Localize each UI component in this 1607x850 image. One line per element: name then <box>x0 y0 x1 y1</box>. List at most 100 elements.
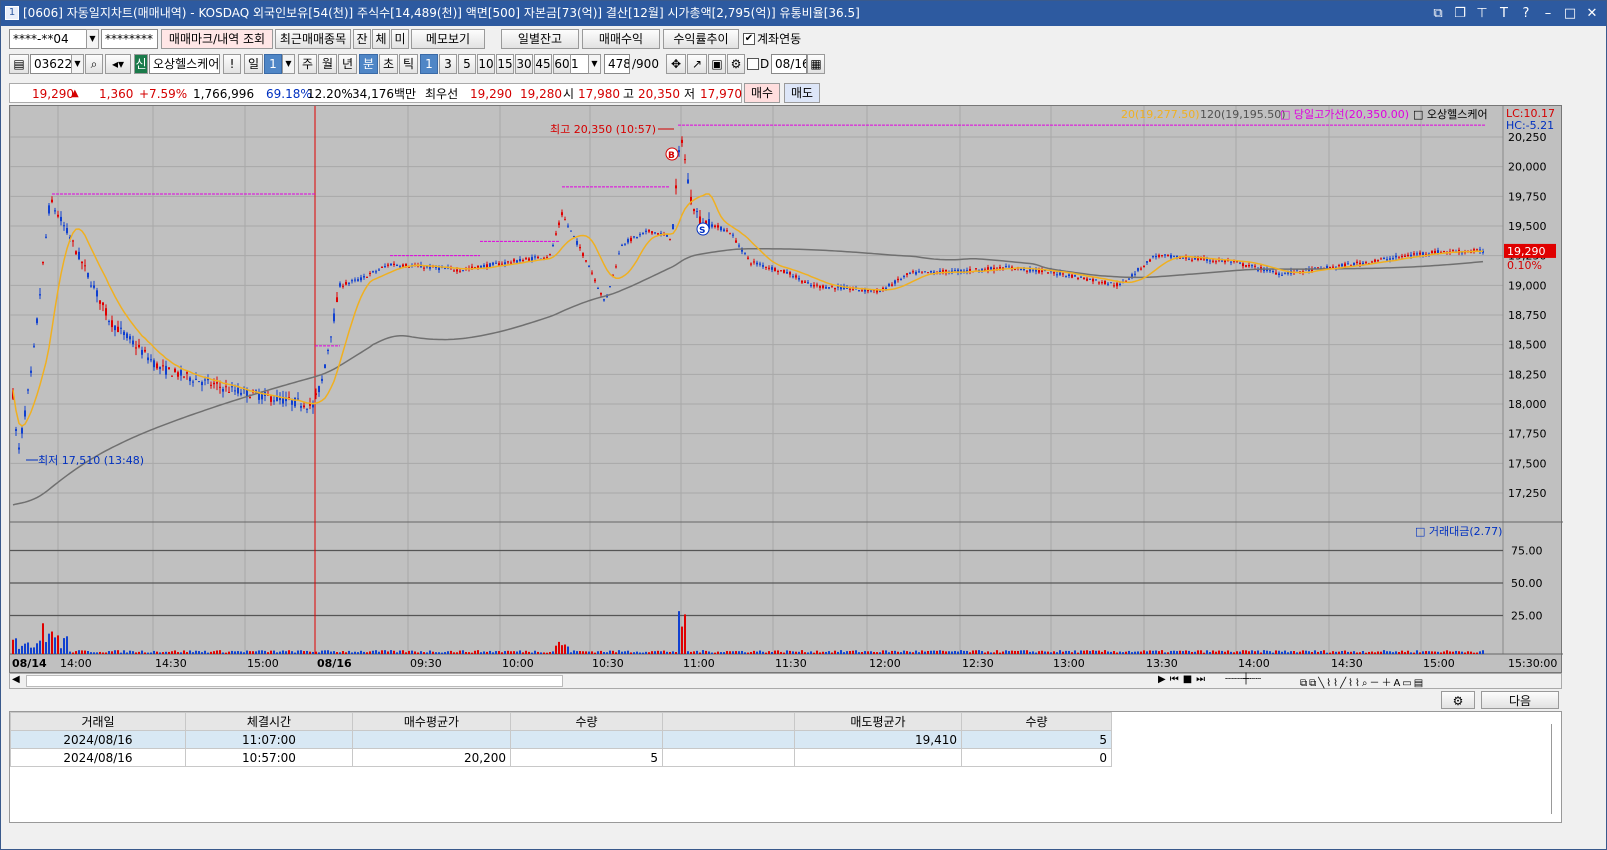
interval-1-button[interactable]: 1 <box>420 54 438 74</box>
candle-body <box>1110 282 1112 284</box>
executed-button[interactable]: 체 <box>372 29 390 49</box>
table-row[interactable]: 2024/08/16 10:57:00 20,200 5 0 <box>10 748 1112 767</box>
alert-button[interactable]: ! <box>223 54 241 74</box>
column-header[interactable] <box>662 712 795 731</box>
balance-button[interactable]: 잔 <box>353 29 371 49</box>
day-count-dropdown-icon[interactable]: ▼ <box>282 54 295 74</box>
volume-bar <box>357 652 359 654</box>
interval-60-button[interactable]: 60 <box>553 54 571 74</box>
close-icon[interactable]: ✕ <box>1584 1 1600 26</box>
sell-button[interactable]: 매도 <box>784 83 820 103</box>
memo-button[interactable]: 메모보기 <box>411 29 485 49</box>
candle-body <box>351 280 353 282</box>
column-header[interactable]: 수량 <box>961 712 1112 731</box>
period-month-button[interactable]: 월 <box>318 54 337 74</box>
profit-trend-button[interactable]: 수익률추이 <box>663 29 739 49</box>
column-header[interactable]: 매도평균가 <box>794 712 962 731</box>
volume-bar <box>567 646 569 654</box>
volume-bar <box>1380 651 1382 654</box>
column-header[interactable]: 수량 <box>510 712 663 731</box>
grid-scrollbar[interactable] <box>1551 724 1557 814</box>
volume-bar <box>219 650 221 654</box>
period-second-button[interactable]: 초 <box>379 54 398 74</box>
buy-button[interactable]: 매수 <box>744 83 780 103</box>
stock-name-field[interactable]: 오상헬스케어 <box>149 54 220 74</box>
settings-icon[interactable]: ⚙ <box>1441 691 1475 709</box>
app-icon[interactable]: 1 <box>5 6 19 20</box>
candle-body <box>1059 272 1061 275</box>
volume-bar <box>507 650 509 654</box>
password-input[interactable]: ******** <box>101 29 158 49</box>
count-input[interactable]: 478 <box>604 54 630 74</box>
unexecuted-button[interactable]: 미 <box>391 29 409 49</box>
candle-body <box>1068 274 1070 277</box>
account-link-checkbox[interactable]: ✔ <box>743 33 755 45</box>
candle-body <box>1236 261 1238 263</box>
trend-icon[interactable]: ↗ <box>687 54 707 74</box>
volume-bar <box>1083 650 1085 654</box>
period-minute-button[interactable]: 분 <box>359 54 378 74</box>
search-icon[interactable]: ⌕ <box>85 54 103 74</box>
calendar-icon[interactable]: ▦ <box>807 54 825 74</box>
gear-icon[interactable]: ⚙ <box>727 54 745 74</box>
candle-body <box>36 318 38 324</box>
period-year-button[interactable]: 년 <box>338 54 357 74</box>
scroll-left-icon[interactable]: ◀ <box>12 674 20 685</box>
interval-10-button[interactable]: 10 <box>477 54 495 74</box>
pin-icon[interactable]: ⊤ <box>1474 1 1490 26</box>
column-header[interactable]: 거래일 <box>10 712 186 731</box>
interval-3-button[interactable]: 3 <box>439 54 457 74</box>
volume-bar <box>237 651 239 654</box>
stock-list-icon[interactable]: ▤ <box>9 54 29 74</box>
date-label: D <box>760 57 770 71</box>
daily-balance-button[interactable]: 일별잔고 <box>501 29 579 49</box>
trade-profit-button[interactable]: 매매수익 <box>582 29 660 49</box>
interval-dropdown-icon[interactable]: ▼ <box>588 54 601 74</box>
volume-bar <box>402 650 404 654</box>
candle-body <box>1329 266 1331 268</box>
volume-bar <box>330 651 332 654</box>
price-chart[interactable]: 20,25020,00019,75019,50019,25019,00018,7… <box>9 106 1563 674</box>
candle-body <box>942 270 944 272</box>
column-header[interactable]: 체결시간 <box>185 712 353 731</box>
day-count-input[interactable]: 1 <box>264 54 282 74</box>
scroll-thumb[interactable] <box>26 675 563 687</box>
interval-30-button[interactable]: 30 <box>515 54 533 74</box>
maximize-icon[interactable]: □ <box>1562 1 1578 26</box>
period-week-button[interactable]: 주 <box>298 54 317 74</box>
chart-scrollbar[interactable]: ◀ ▶⏮■⏭ ┄┄┄┼┄┄ ⧉⧉╲⌇⌇╱⌇⌇⌕－＋A▭▤ <box>9 673 1562 689</box>
date-checkbox[interactable] <box>747 58 759 70</box>
period-day-button[interactable]: 일 <box>244 54 263 74</box>
crosshair-icon[interactable]: ✥ <box>666 54 686 74</box>
candle-body <box>1353 262 1355 266</box>
save-icon[interactable]: ▣ <box>708 54 726 74</box>
account-dropdown-icon[interactable]: ▼ <box>86 29 99 49</box>
recent-trade-button[interactable]: 최근매매종목 <box>275 29 351 49</box>
minimize-icon[interactable]: – <box>1540 1 1556 26</box>
table-row[interactable]: 2024/08/16 11:07:00 19,410 5 <box>10 730 1112 749</box>
period-tick-button[interactable]: 틱 <box>399 54 418 74</box>
help-icon[interactable]: ? <box>1518 1 1534 26</box>
playback-icons[interactable]: ▶⏮■⏭ <box>1158 674 1209 685</box>
code-dropdown-icon[interactable]: ▼ <box>71 54 84 74</box>
font-icon[interactable]: T <box>1496 1 1512 26</box>
stock-code-input[interactable]: 036220 <box>30 54 72 74</box>
interval-5-button[interactable]: 5 <box>458 54 476 74</box>
copy-icon[interactable]: ❐ <box>1452 1 1468 26</box>
trade-mark-button[interactable]: 매매마크/내역 조회 <box>161 29 273 49</box>
volume-bar <box>21 645 23 654</box>
next-button[interactable]: 다음 <box>1481 691 1559 709</box>
interval-45-button[interactable]: 45 <box>534 54 552 74</box>
candle-body <box>522 260 524 262</box>
column-header[interactable]: 매수평균가 <box>352 712 511 731</box>
link-icon[interactable]: ⧉ <box>1430 1 1446 26</box>
candle-body <box>585 260 587 262</box>
date-input[interactable]: 08/16 <box>771 54 807 74</box>
account-select[interactable]: ****-**04 <box>9 29 87 49</box>
zoom-slider[interactable]: ┄┄┄┼┄┄ <box>1225 674 1261 685</box>
sound-icon[interactable]: ◂▾ <box>105 54 131 74</box>
drawing-tool-icons[interactable]: ⧉⧉╲⌇⌇╱⌇⌇⌕－＋A▭▤ <box>1300 674 1425 689</box>
chart-area[interactable]: 20,25020,00019,75019,50019,25019,00018,7… <box>9 105 1563 674</box>
interval-15-button[interactable]: 15 <box>496 54 514 74</box>
volume-bar <box>1107 651 1109 654</box>
